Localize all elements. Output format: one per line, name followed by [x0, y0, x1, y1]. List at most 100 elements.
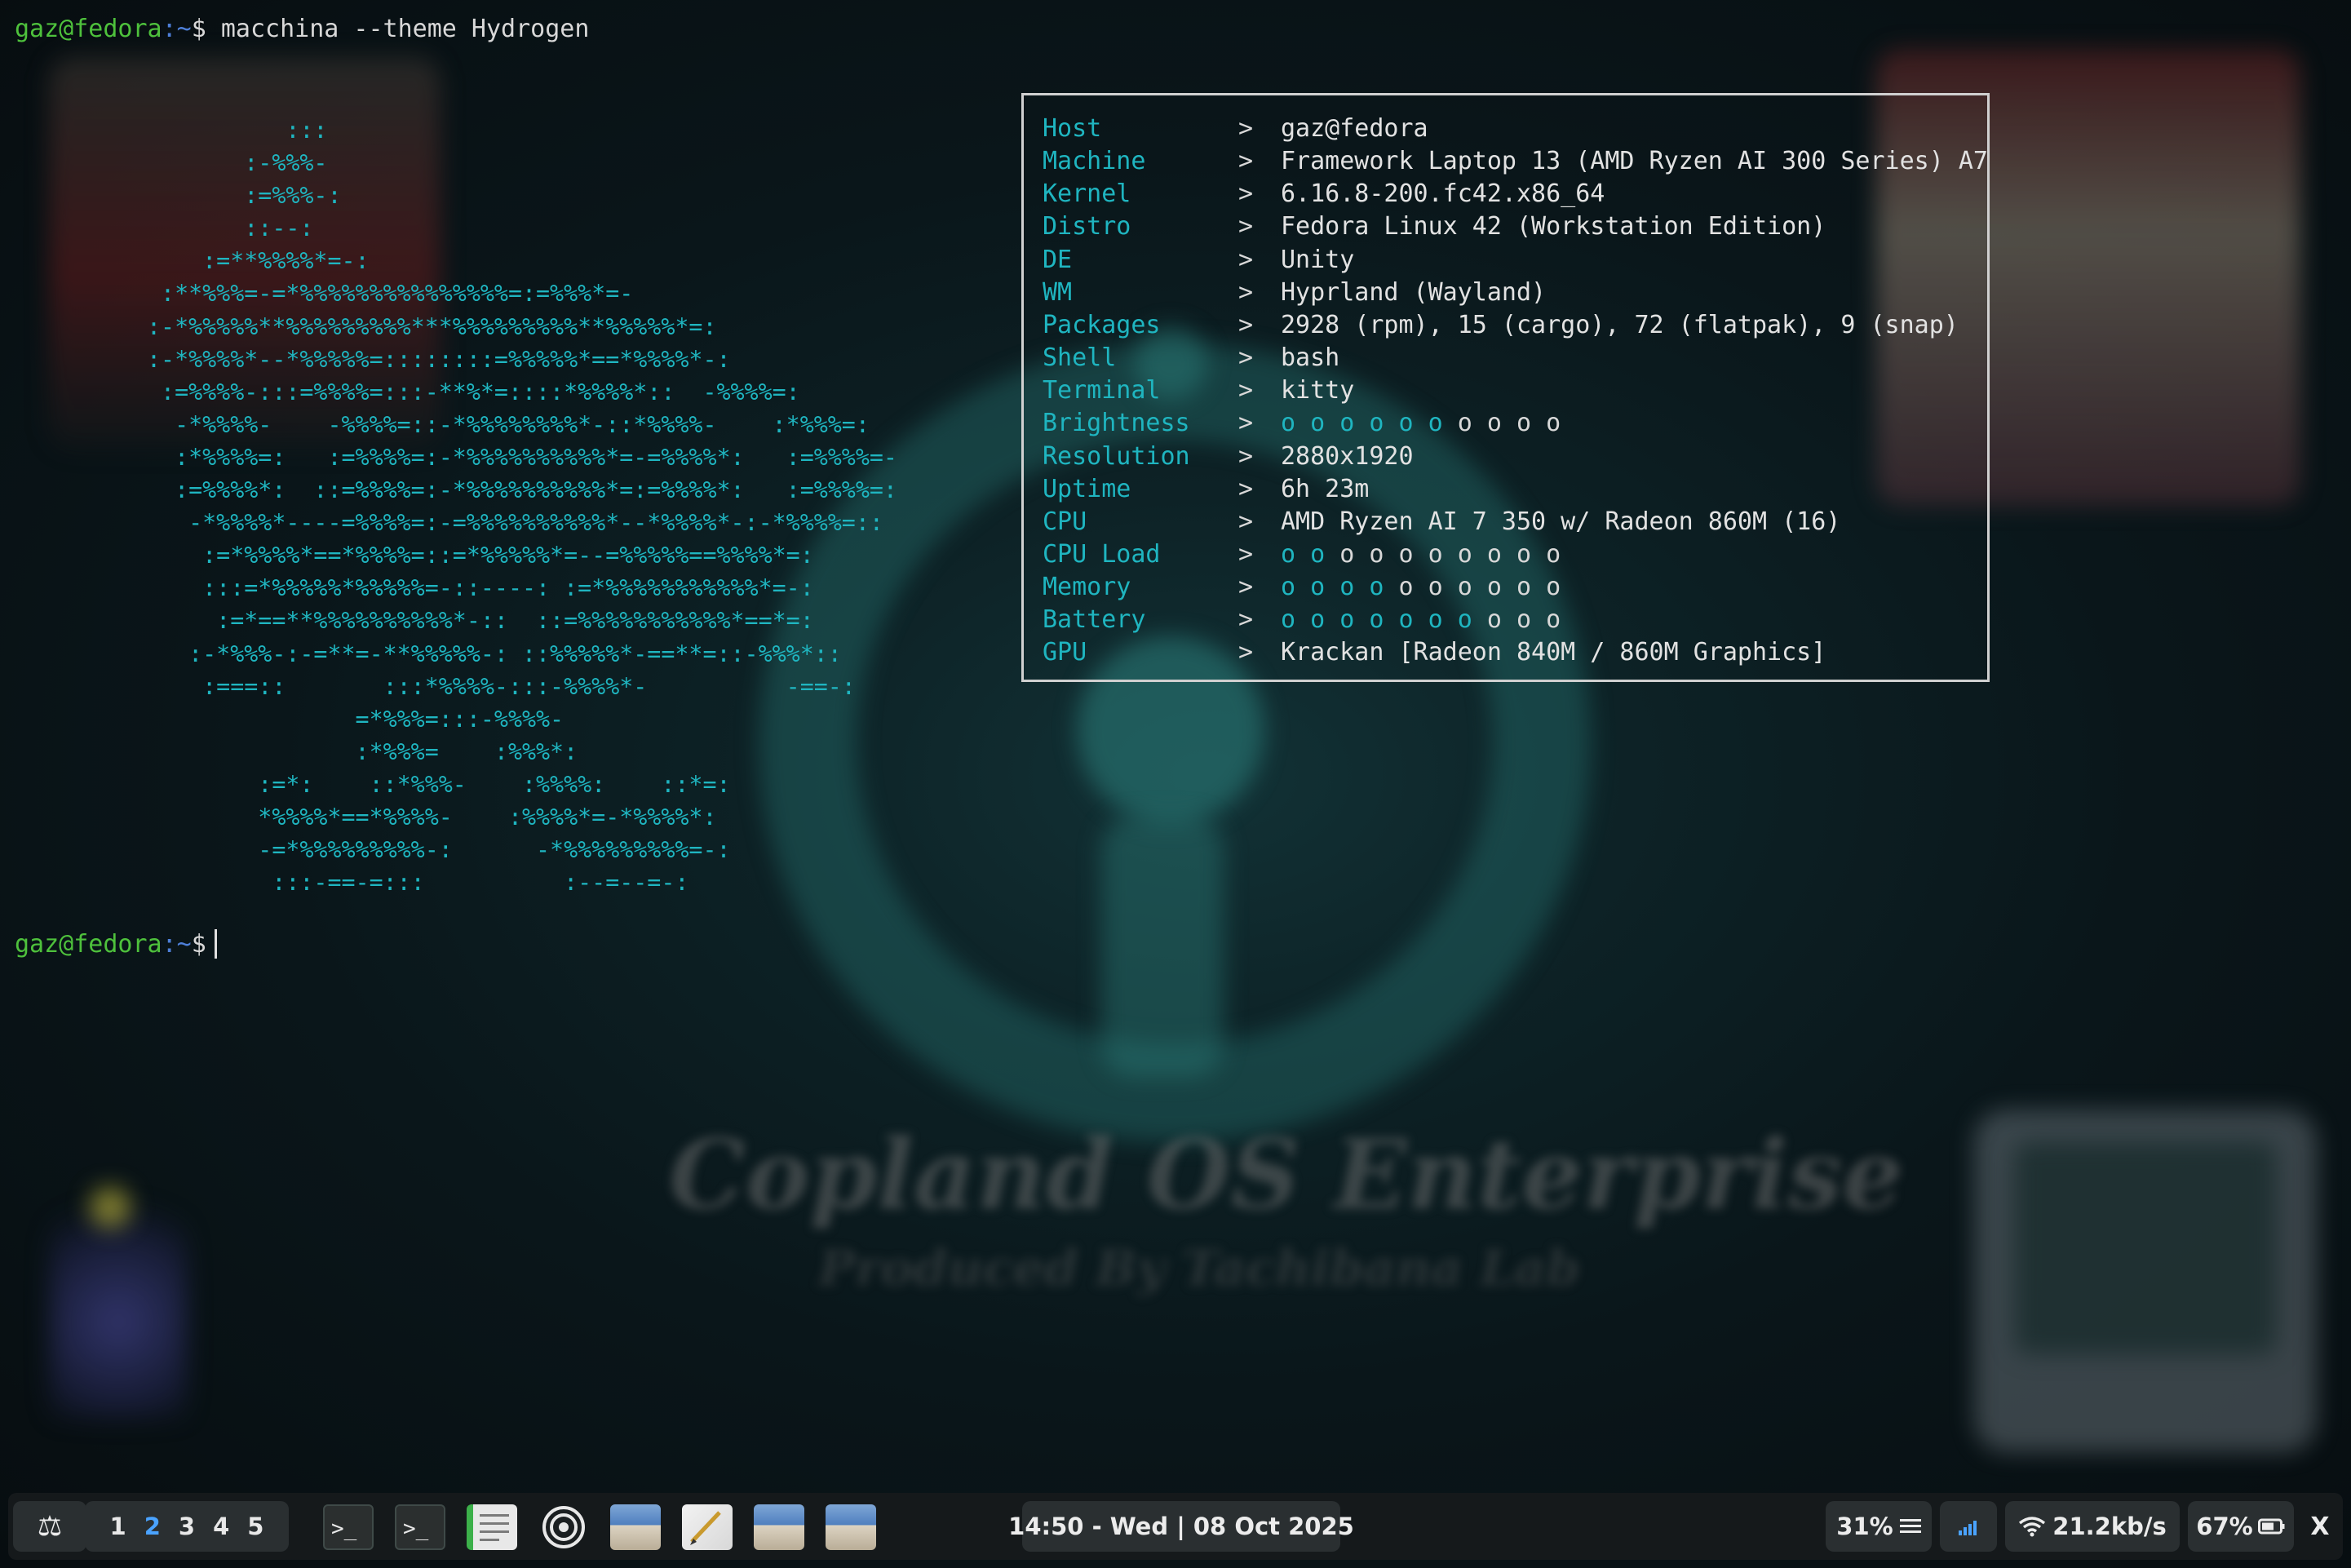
bar-dot-filled: o	[1339, 409, 1370, 438]
network-widget[interactable]: 21.2kb/s	[2005, 1501, 2180, 1552]
bar-dot-empty: o	[1398, 573, 1428, 602]
cpu-widget[interactable]: 31%	[1826, 1501, 1932, 1552]
info-value: AMD Ryzen AI 7 350 w/ Radeon 860M (16)	[1281, 507, 1841, 536]
bar-dot-filled: o	[1310, 573, 1340, 602]
bar-dot-empty: o	[1546, 605, 1561, 635]
bar-dot-empty: o	[1546, 573, 1561, 602]
info-row-wm: WM > Hyprland (Wayland)	[1043, 277, 1981, 309]
info-row-gpu: GPU > Krackan [Radeon 840M / 860M Graphics…	[1043, 636, 1981, 669]
info-row-terminal: Terminal > kitty	[1043, 374, 1981, 407]
info-key: CPU Load	[1043, 539, 1161, 569]
file-manager-icon[interactable]	[610, 1504, 661, 1550]
signal-widget[interactable]	[1940, 1501, 1997, 1552]
bar-dot-empty: o	[1516, 409, 1547, 438]
prompt-symbol: $	[191, 930, 206, 959]
bar-dot-empty: o	[1398, 539, 1428, 569]
info-key: WM	[1043, 277, 1073, 307]
info-separator: >	[1238, 179, 1254, 209]
file-manager-icon[interactable]	[826, 1504, 876, 1550]
bar-dot-empty: o	[1369, 539, 1399, 569]
info-value: Framework Laptop 13 (AMD Ryzen AI 300 Se…	[1281, 147, 1988, 176]
info-value: Unity	[1281, 245, 1355, 274]
command-text: macchina --theme Hydrogen	[220, 15, 590, 43]
terminal-icon[interactable]: >_	[323, 1504, 374, 1550]
bar-dot-empty: o	[1516, 573, 1547, 602]
scale-icon: ⚖	[37, 1510, 63, 1543]
settings-icon[interactable]	[538, 1504, 589, 1550]
terminal-window[interactable]: gaz@fedora:~$ macchina --theme Hydrogen …	[0, 0, 2351, 1493]
info-value: 2928 (rpm), 15 (cargo), 72 (flatpak), 9 …	[1281, 310, 1959, 339]
info-separator: >	[1238, 114, 1254, 143]
info-row-uptime: Uptime >6h 23m	[1043, 473, 1981, 506]
workspace-switcher: 12345	[85, 1501, 289, 1552]
workspace-1[interactable]: 1	[110, 1513, 126, 1540]
battery-icon	[2257, 1518, 2285, 1535]
info-key: Terminal	[1043, 376, 1161, 405]
info-separator: >	[1238, 212, 1254, 241]
info-bar: o o o o o o o o o o	[1281, 407, 1561, 440]
svg-text:>_: >_	[331, 1517, 357, 1541]
info-separator: >	[1238, 474, 1254, 503]
prompt-user: gaz@fedora	[15, 930, 162, 959]
info-value: kitty	[1281, 376, 1355, 405]
bar-dot-filled: o	[1281, 539, 1311, 569]
bar-dot-empty: o	[1457, 573, 1487, 602]
bar-dot-empty: o	[1428, 539, 1458, 569]
info-row-memory: Memory > o o o o o o o o o o	[1043, 571, 1981, 604]
taskbar: ⚖ 12345 >_ >_ 14:50 - Wed | 08 Oct 2025 3…	[8, 1493, 2343, 1560]
text-editor-icon[interactable]	[467, 1504, 517, 1550]
info-value: 6h 23m	[1281, 474, 1370, 503]
battery-widget[interactable]: 67%	[2188, 1501, 2294, 1552]
workspace-2[interactable]: 2	[144, 1513, 161, 1540]
input-prompt-line[interactable]: gaz@fedora:~$	[15, 928, 217, 961]
bar-dot-filled: o	[1457, 605, 1487, 635]
bar-dot-filled: o	[1398, 605, 1428, 635]
terminal-icon[interactable]: >_	[395, 1504, 445, 1550]
bar-dot-empty: o	[1457, 539, 1487, 569]
info-row-shell: Shell > bash	[1043, 342, 1981, 374]
info-key: Memory	[1043, 573, 1131, 602]
file-manager-icon[interactable]	[754, 1504, 804, 1550]
bar-dot-empty: o	[1486, 409, 1516, 438]
info-key: DE	[1043, 245, 1073, 274]
workspace-3[interactable]: 3	[179, 1513, 195, 1540]
bar-dot-filled: o	[1398, 409, 1428, 438]
prompt-path: :~	[162, 930, 192, 959]
bar-dot-empty: o	[1457, 409, 1487, 438]
info-key: GPU	[1043, 638, 1087, 667]
clock-widget[interactable]: 14:50 - Wed | 08 Oct 2025	[1008, 1501, 1354, 1552]
info-key: Distro	[1043, 212, 1131, 241]
info-row-kernel: Kernel >6.16.8-200.fc42.x86_64	[1043, 178, 1981, 210]
info-value: bash	[1281, 343, 1340, 373]
info-separator: >	[1238, 605, 1254, 635]
bar-dot-filled: o	[1281, 409, 1311, 438]
bar-dot-empty: o	[1339, 539, 1370, 569]
bar-dot-filled: o	[1339, 573, 1370, 602]
bar-dot-empty: o	[1546, 539, 1561, 569]
info-separator: >	[1238, 277, 1254, 307]
bar-dot-filled: o	[1369, 409, 1399, 438]
workspace-5[interactable]: 5	[247, 1513, 263, 1540]
info-separator: >	[1238, 507, 1254, 536]
info-separator: >	[1238, 343, 1254, 373]
launcher-button[interactable]: ⚖	[13, 1501, 86, 1552]
info-row-cpu: CPU > AMD Ryzen AI 7 350 w/ Radeon 860M (1…	[1043, 506, 1981, 538]
info-key: Battery	[1043, 605, 1146, 635]
info-value: 2880x1920	[1281, 441, 1414, 471]
bar-dot-empty: o	[1516, 539, 1547, 569]
info-bar: o o o o o o o o o o	[1281, 538, 1561, 571]
info-key: CPU	[1043, 507, 1087, 536]
workspace-4[interactable]: 4	[213, 1513, 229, 1540]
document-editor-icon[interactable]	[682, 1504, 733, 1550]
info-separator: >	[1238, 310, 1254, 339]
info-value: Hyprland (Wayland)	[1281, 277, 1547, 307]
info-key: Shell	[1043, 343, 1117, 373]
bar-dot-filled: o	[1281, 573, 1311, 602]
bar-dot-filled: o	[1310, 605, 1340, 635]
info-row-de: DE > Unity	[1043, 244, 1981, 277]
close-button[interactable]: X	[2302, 1501, 2338, 1552]
ascii-logo: ::: :-%%%- :=%%%-: ::--: :=**%%%%*=-: :*…	[147, 117, 897, 897]
info-key: Resolution	[1043, 441, 1190, 471]
wifi-icon	[2019, 1517, 2046, 1537]
info-separator: >	[1238, 539, 1254, 569]
